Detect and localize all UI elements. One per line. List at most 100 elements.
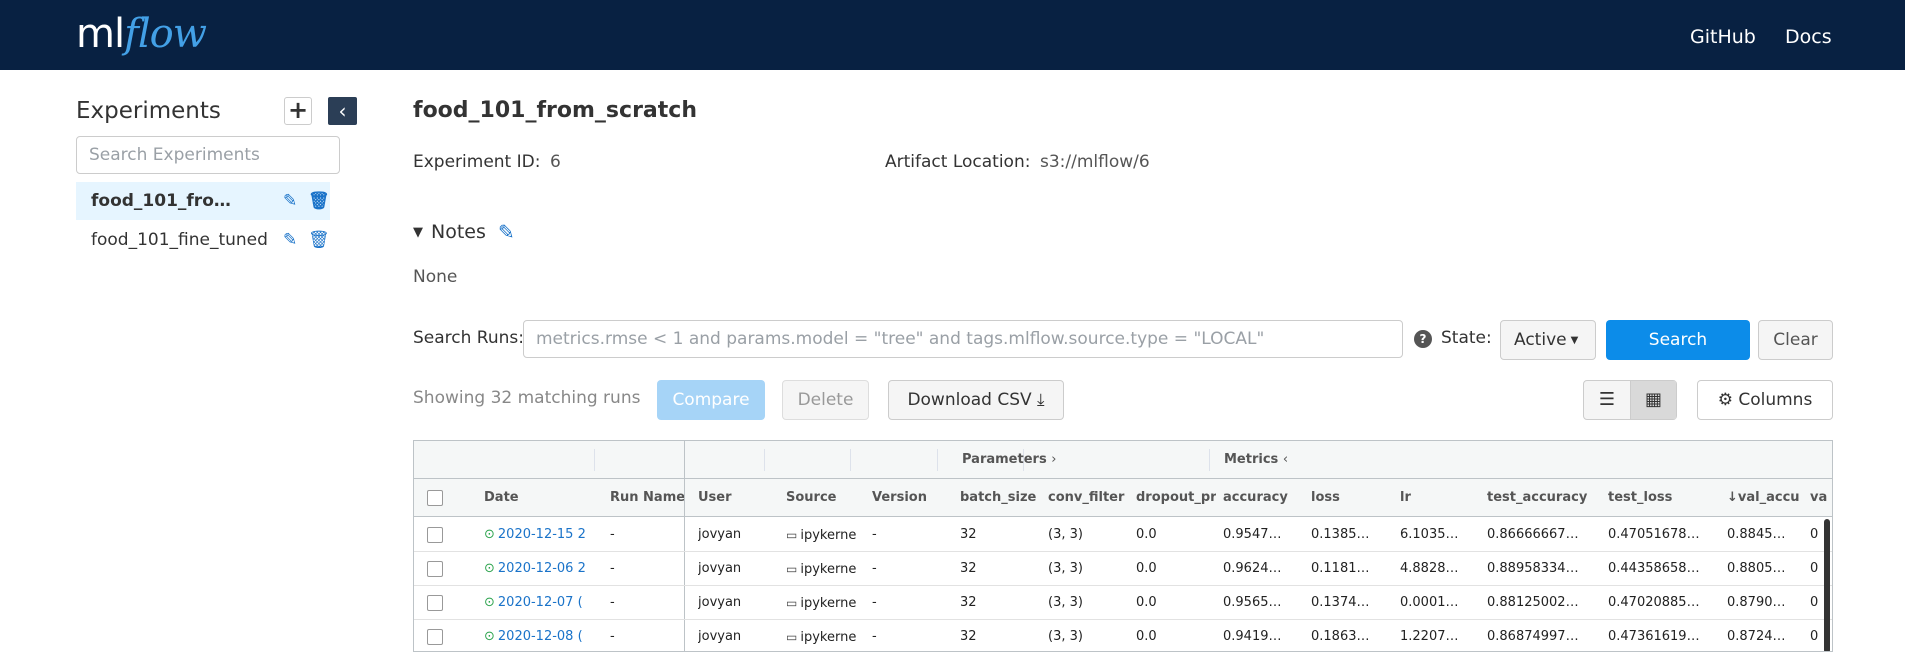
cell-date[interactable]: ⊙ 2020-12-08 ( <box>484 620 589 651</box>
cell-text: 0.8790… <box>1727 595 1786 610</box>
experiment-name: food_101_fine_tuned <box>91 230 268 250</box>
column-test-accuracy[interactable]: test_accuracy <box>1487 479 1602 517</box>
cell-loss: 0.1374… <box>1311 586 1393 620</box>
grid-view-icon[interactable]: ▦ <box>1630 381 1676 419</box>
sort-desc-icon: ↓ <box>1727 490 1738 505</box>
list-view-icon[interactable]: ☰ <box>1584 381 1630 419</box>
cell-val-loss: 0 <box>1810 552 1822 586</box>
cell-source: ▭ ipykerne <box>786 620 866 651</box>
column-version[interactable]: Version <box>872 479 952 517</box>
cell-loss: 0.1181… <box>1311 552 1393 586</box>
cell-accuracy: 0.9565… <box>1223 586 1305 620</box>
row-checkbox[interactable] <box>427 629 443 645</box>
column-dropout[interactable]: dropout_pr <box>1136 479 1216 517</box>
cell-text: 0.47361619… <box>1608 629 1700 644</box>
cell-text: 0.88125002… <box>1487 595 1579 610</box>
column-conv-filter[interactable]: conv_filter <box>1048 479 1128 517</box>
row-checkbox[interactable] <box>427 595 443 611</box>
help-icon[interactable]: ? <box>1414 330 1432 348</box>
row-checkbox[interactable] <box>427 561 443 577</box>
cell-text: 6.1035… <box>1400 527 1459 542</box>
cell-date[interactable]: ⊙ 2020-12-07 ( <box>484 586 589 620</box>
column-accuracy[interactable]: accuracy <box>1223 479 1303 517</box>
cell-text: jovyan <box>698 595 742 610</box>
clear-button[interactable]: Clear <box>1758 320 1833 360</box>
cell-text: 1.2207… <box>1400 629 1459 644</box>
cell-text: 0.8845… <box>1727 527 1786 542</box>
matching-runs-count: Showing 32 matching runs <box>413 388 641 408</box>
cell-text: 0.1863… <box>1311 629 1370 644</box>
column-date[interactable]: Date <box>484 479 589 517</box>
vertical-scrollbar[interactable] <box>1824 519 1830 651</box>
column-val-loss[interactable]: va <box>1810 479 1832 517</box>
runs-table: Parameters › Metrics ‹ Date Run Name Use… <box>413 440 1833 652</box>
table-row[interactable]: ⊙ 2020-12-07 (- jovyan ▭ ipykerne -32 (3, 3) 0.… <box>414 586 1832 620</box>
cell-source: ▭ ipykerne <box>786 518 866 552</box>
cell-text: 0.9547… <box>1223 527 1282 542</box>
column-lr[interactable]: lr <box>1400 479 1480 517</box>
cell-batch-size: 32 <box>960 518 1040 552</box>
parameters-group-label: Parameters <box>962 452 1047 467</box>
delete-button[interactable]: Delete <box>782 380 869 420</box>
parameters-group[interactable]: Parameters › <box>962 452 1056 467</box>
column-run-name[interactable]: Run Name <box>610 479 690 517</box>
cell-text: jovyan <box>698 527 742 542</box>
column-batch-size[interactable]: batch_size <box>960 479 1042 517</box>
cell-text: 0.1181… <box>1311 561 1370 576</box>
compare-button[interactable]: Compare <box>657 380 765 420</box>
laptop-icon: ▭ <box>786 630 798 644</box>
docs-link[interactable]: Docs <box>1785 0 1832 70</box>
search-experiments-input[interactable] <box>76 136 340 174</box>
trash-icon[interactable]: 🗑 <box>308 182 330 220</box>
cell-version: - <box>872 586 952 620</box>
cell-text: 0.1374… <box>1311 595 1370 610</box>
experiment-id-value: 6 <box>550 152 561 172</box>
state-dropdown[interactable]: Active ▼ <box>1500 320 1596 360</box>
search-runs-input[interactable] <box>523 320 1403 358</box>
view-toggle: ☰ ▦ <box>1583 380 1677 420</box>
edit-notes-icon[interactable]: ✎ <box>498 220 515 244</box>
cell-conv-filter: (3, 3) <box>1048 552 1128 586</box>
add-experiment-button[interactable]: + <box>284 97 312 125</box>
table-row[interactable]: ⊙ 2020-12-06 2- jovyan ▭ ipykerne -32 (3, 3) 0.… <box>414 552 1832 586</box>
mlflow-logo[interactable]: mlflow <box>76 6 207 62</box>
cell-loss: 0.1385… <box>1311 518 1393 552</box>
experiment-item[interactable]: food_101_fine_tuned ✎ 🗑 <box>76 221 330 259</box>
cell-val-accuracy: 0.8790… <box>1727 586 1805 620</box>
cell-run-name: - <box>610 620 680 651</box>
column-loss[interactable]: loss <box>1311 479 1391 517</box>
divider <box>1209 449 1210 471</box>
column-test-loss[interactable]: test_loss <box>1608 479 1723 517</box>
cell-date[interactable]: ⊙ 2020-12-06 2 <box>484 552 589 586</box>
column-source[interactable]: Source <box>786 479 866 517</box>
experiment-item[interactable]: food_101_from_scratch ✎ 🗑 <box>76 182 330 220</box>
metrics-group[interactable]: Metrics ‹ <box>1224 452 1288 467</box>
cell-test-accuracy: 0.88125002… <box>1487 586 1602 620</box>
trash-icon[interactable]: 🗑 <box>308 221 330 259</box>
cell-test-accuracy: 0.86874997… <box>1487 620 1602 651</box>
laptop-icon: ▭ <box>786 528 798 542</box>
columns-button[interactable]: ⚙ Columns <box>1697 380 1833 420</box>
cell-lr: 6.1035… <box>1400 518 1482 552</box>
pencil-icon[interactable]: ✎ <box>283 221 297 259</box>
cell-text: (3, 3) <box>1048 595 1083 610</box>
select-all-checkbox[interactable] <box>427 490 443 506</box>
github-link[interactable]: GitHub <box>1690 0 1756 70</box>
column-user[interactable]: User <box>698 479 778 517</box>
row-checkbox[interactable] <box>427 527 443 543</box>
table-row[interactable]: ⊙ 2020-12-08 (- jovyan ▭ ipykerne -32 (3, 3) 0.… <box>414 620 1832 651</box>
cell-text: - <box>610 527 615 542</box>
cell-val-loss: 0 <box>1810 518 1822 552</box>
experiment-name: food_101_from_scratch <box>91 191 231 211</box>
table-row[interactable]: ⊙ 2020-12-15 2- jovyan ▭ ipykerne -32 (3, 3) 0.… <box>414 518 1832 552</box>
cell-date[interactable]: ⊙ 2020-12-15 2 <box>484 518 589 552</box>
download-csv-button[interactable]: Download CSV ⤓ <box>888 380 1064 420</box>
cell-text: 0.86666667… <box>1487 527 1579 542</box>
notes-toggle[interactable]: ▼ Notes <box>413 221 486 243</box>
column-val-accuracy[interactable]: ↓val_accu <box>1727 479 1805 517</box>
state-label: State: <box>1441 328 1492 348</box>
search-button[interactable]: Search <box>1606 320 1750 360</box>
pencil-icon[interactable]: ✎ <box>283 182 297 220</box>
cell-user: jovyan <box>698 518 778 552</box>
collapse-sidebar-button[interactable]: ‹ <box>328 97 357 125</box>
